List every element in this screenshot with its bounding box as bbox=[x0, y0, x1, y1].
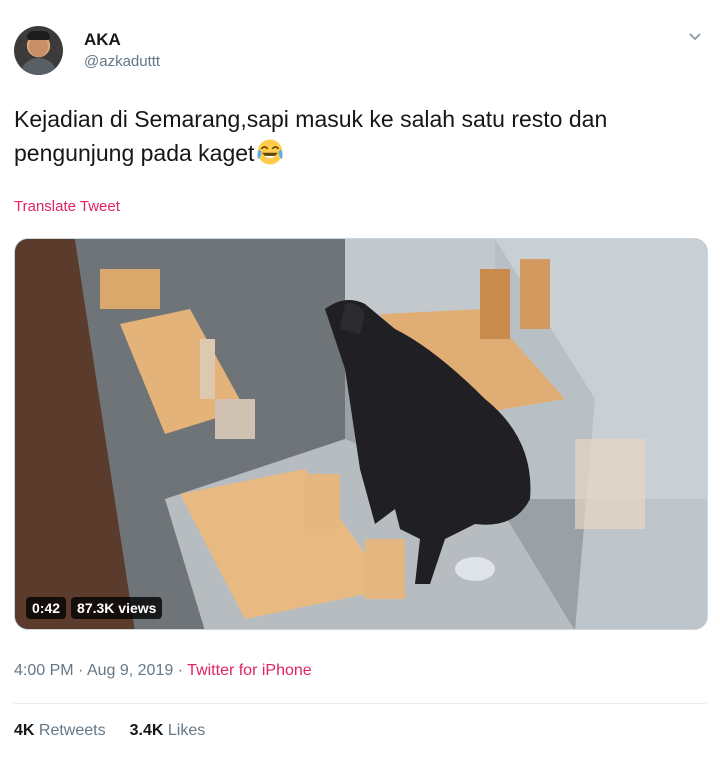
tweet-source-link[interactable]: Twitter for iPhone bbox=[187, 662, 312, 679]
likes-label: Likes bbox=[167, 722, 206, 739]
retweets-stat[interactable]: 4K Retweets bbox=[14, 722, 106, 740]
tweet-stats: 4K Retweets 3.4K Likes bbox=[14, 722, 205, 740]
avatar-shirt bbox=[20, 58, 57, 75]
retweets-count: 4K bbox=[14, 722, 35, 739]
likes-count: 3.4K bbox=[129, 722, 164, 739]
video-badges: 0:42 87.3K views bbox=[26, 597, 163, 619]
video-frame bbox=[15, 239, 707, 629]
author-names[interactable]: AKA @azkaduttt bbox=[84, 30, 160, 72]
author-display-name[interactable]: AKA bbox=[84, 30, 160, 50]
divider bbox=[14, 703, 706, 704]
tweet-meta: 4:00 PM · Aug 9, 2019 · Twitter for iPho… bbox=[14, 662, 312, 680]
likes-stat[interactable]: 3.4K Likes bbox=[130, 722, 206, 740]
video-player[interactable]: 0:42 87.3K views bbox=[14, 238, 708, 630]
video-duration: 0:42 bbox=[26, 597, 67, 619]
avatar-hair bbox=[27, 31, 50, 40]
author-handle[interactable]: @azkaduttt bbox=[84, 52, 160, 72]
translate-tweet-link[interactable]: Translate Tweet bbox=[14, 198, 120, 215]
face-with-tears-of-joy-icon bbox=[257, 139, 284, 165]
avatar[interactable] bbox=[14, 26, 63, 75]
retweets-label: Retweets bbox=[38, 722, 106, 739]
tweet-time[interactable]: 4:00 PM bbox=[14, 662, 74, 679]
tweet-text-body: Kejadian di Semarang,sapi masuk ke salah… bbox=[14, 106, 608, 166]
video-view-count: 87.3K views bbox=[71, 597, 163, 619]
tweet-header: AKA @azkaduttt bbox=[14, 26, 706, 76]
meta-separator: · bbox=[78, 662, 84, 679]
tweet-card: AKA @azkaduttt Kejadian di Semarang,sapi… bbox=[0, 0, 720, 762]
tweet-text: Kejadian di Semarang,sapi masuk ke salah… bbox=[14, 102, 704, 170]
chevron-down-icon[interactable] bbox=[688, 32, 702, 42]
tweet-date[interactable]: Aug 9, 2019 bbox=[87, 662, 173, 679]
meta-separator: · bbox=[177, 662, 184, 679]
